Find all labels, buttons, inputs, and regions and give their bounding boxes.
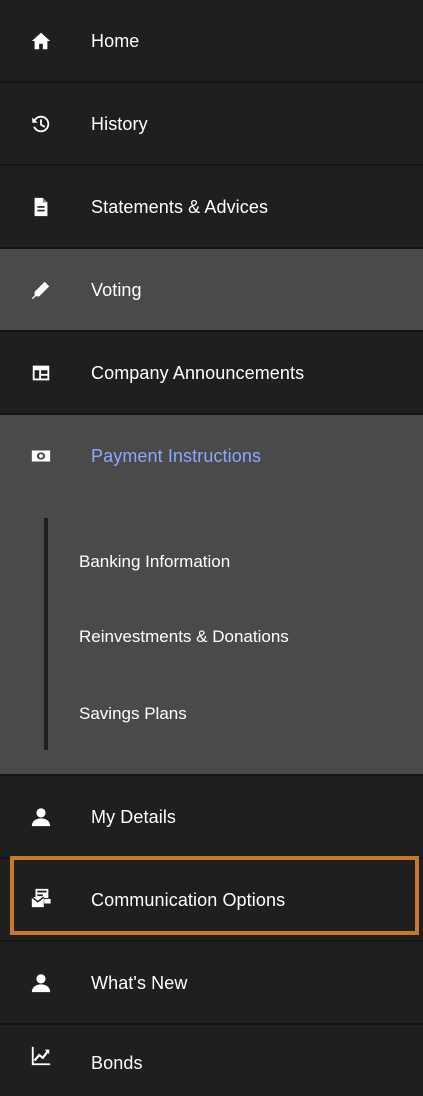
money-icon (30, 445, 52, 467)
submenu-item-savings-plans[interactable]: Savings Plans (79, 704, 187, 724)
communication-icon (30, 887, 52, 909)
chart-icon (30, 1045, 52, 1067)
sidebar-nav: Home History Statements & Advices Voting… (0, 0, 423, 1096)
nav-item-label: Voting (91, 280, 142, 300)
nav-item-label: Payment Instructions (91, 446, 262, 466)
nav-item-label: History (91, 114, 148, 134)
nav-item-label: My Details (91, 807, 177, 827)
nav-item-home[interactable]: Home (0, 0, 423, 83)
nav-item-history[interactable]: History (0, 83, 423, 166)
nav-item-label: Communication Options (91, 890, 286, 910)
nav-item-label: Company Announcements (91, 363, 305, 383)
nav-item-my-details[interactable]: My Details (0, 776, 423, 859)
document-icon (30, 196, 52, 218)
nav-item-whats-new[interactable]: What's New (0, 942, 423, 1025)
person-icon (30, 806, 52, 828)
nav-item-label: What's New (91, 973, 188, 993)
nav-item-label: Home (91, 31, 140, 51)
pen-icon (30, 279, 52, 301)
submenu-item-banking-information[interactable]: Banking Information (79, 552, 230, 572)
nav-item-company-announcements[interactable]: Company Announcements (0, 332, 423, 415)
nav-item-statements[interactable]: Statements & Advices (0, 166, 423, 249)
history-icon (30, 113, 52, 135)
nav-item-voting[interactable]: Voting (0, 249, 423, 332)
nav-item-label: Bonds (91, 1053, 143, 1073)
nav-item-bonds[interactable]: Bonds (0, 1025, 423, 1096)
announcements-icon (30, 362, 52, 384)
person-icon (30, 972, 52, 994)
submenu-rail (44, 518, 48, 750)
payment-submenu: Banking Information Reinvestments & Dona… (0, 498, 423, 776)
nav-item-communication-options[interactable]: Communication Options (0, 859, 423, 942)
nav-item-payment-instructions[interactable]: Payment Instructions (0, 415, 423, 498)
home-icon (30, 30, 52, 52)
nav-item-label: Statements & Advices (91, 197, 269, 217)
submenu-item-reinvestments-donations[interactable]: Reinvestments & Donations (79, 627, 289, 647)
